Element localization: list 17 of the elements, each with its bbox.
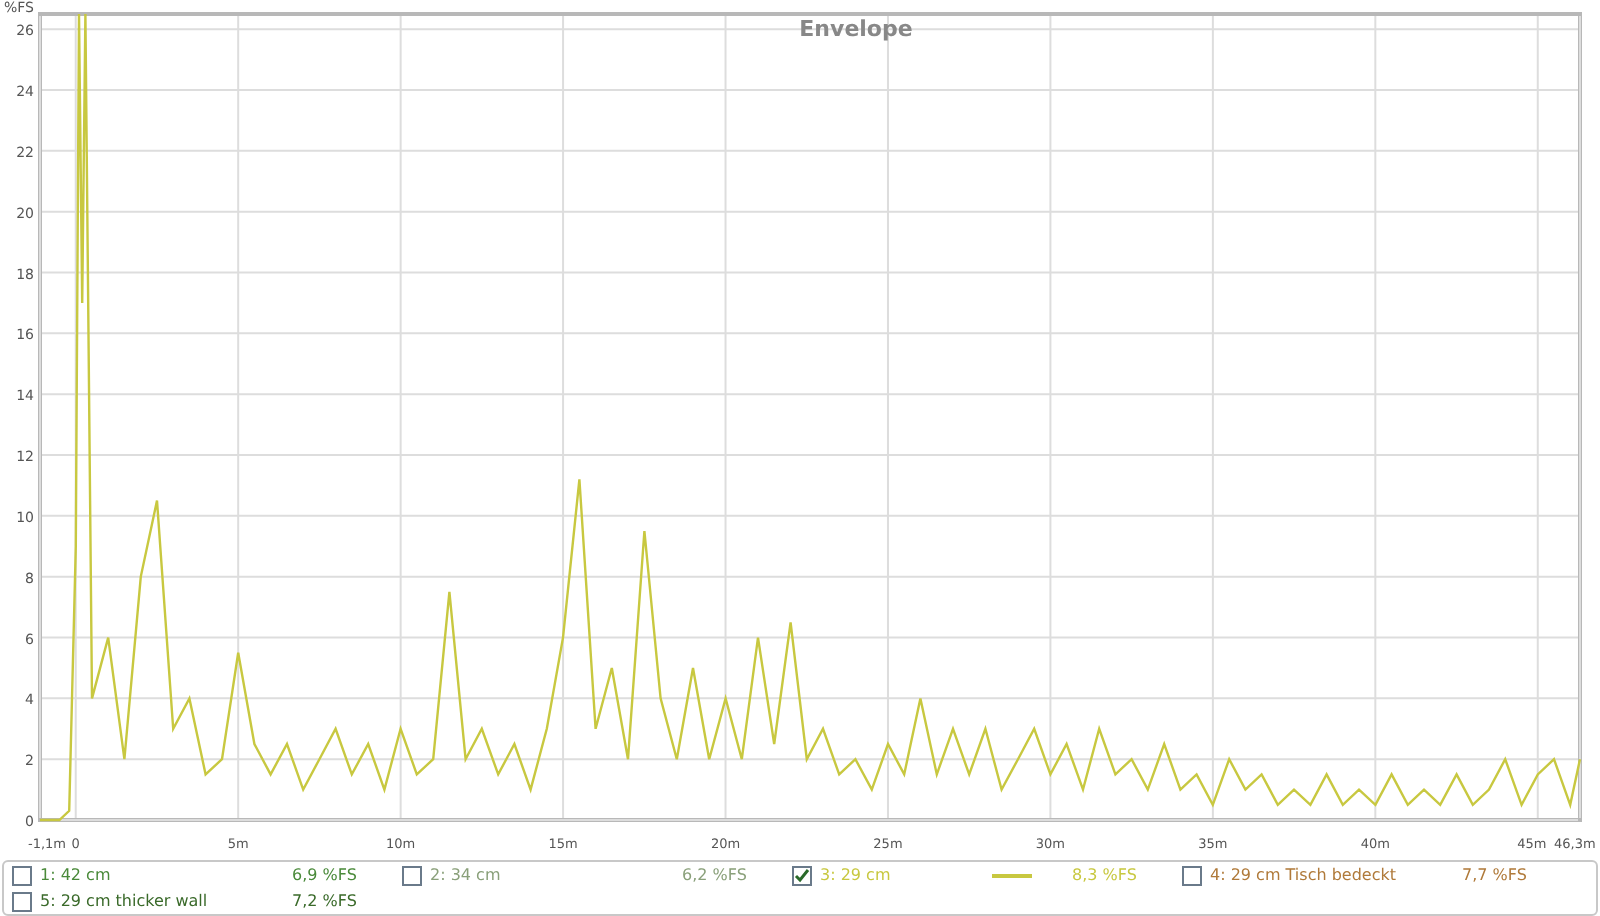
legend-label: 5: 29 cm thicker wall <box>40 892 208 910</box>
legend-label: 3: 29 cm <box>820 866 891 884</box>
legend-value: 7,7 %FS <box>1462 866 1527 884</box>
checkbox[interactable] <box>12 891 32 911</box>
legend-value: 6,9 %FS <box>292 866 357 884</box>
checkbox[interactable] <box>792 865 812 885</box>
line-swatch <box>992 873 1032 877</box>
legend-value: 8,3 %FS <box>1072 866 1137 884</box>
legend-value: 6,2 %FS <box>682 866 747 884</box>
checkbox[interactable] <box>402 865 422 885</box>
legend-label: 1: 42 cm <box>40 866 111 884</box>
legend-label: 4: 29 cm Tisch bedeckt <box>1210 866 1396 884</box>
legend-label: 2: 34 cm <box>430 866 501 884</box>
checkbox[interactable] <box>1182 865 1202 885</box>
chart-title: Envelope <box>799 16 913 42</box>
checkbox[interactable] <box>12 865 32 885</box>
legend-value: 7,2 %FS <box>292 892 357 910</box>
